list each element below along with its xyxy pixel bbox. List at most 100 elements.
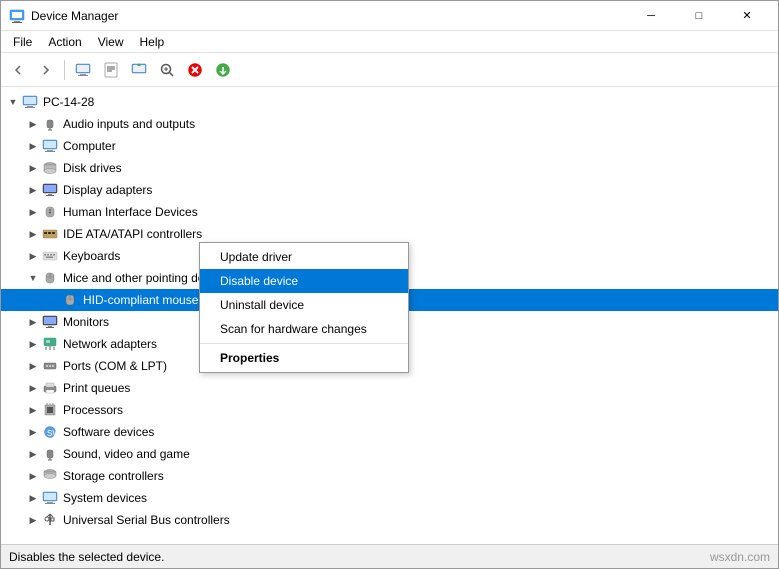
ctx-properties[interactable]: Properties (200, 346, 408, 370)
icon-print (41, 379, 59, 397)
ctx-update-driver[interactable]: Update driver (200, 245, 408, 269)
ctx-scan-hardware[interactable]: Scan for hardware changes (200, 317, 408, 341)
icon-software: SW (41, 423, 59, 441)
status-brand: wsxdn.com (710, 550, 770, 564)
icon-network (41, 335, 59, 353)
menu-help[interactable]: Help (132, 33, 173, 51)
icon-mice (41, 269, 59, 287)
tree-item-sound[interactable]: ▶ Sound, video and game (1, 443, 778, 465)
label-computer: Computer (63, 139, 116, 153)
tree-item-processors[interactable]: ▶ Processors (1, 399, 778, 421)
svg-text:SW: SW (47, 429, 58, 438)
back-button[interactable] (5, 57, 31, 83)
expander-system[interactable]: ▶ (25, 490, 41, 506)
label-pc: PC-14-28 (43, 95, 94, 109)
tree-item-computer[interactable]: ▶ Computer (1, 135, 778, 157)
tree-item-disk[interactable]: ▶ Disk drives (1, 157, 778, 179)
remove-toolbar-button[interactable] (182, 57, 208, 83)
tree-item-print[interactable]: ▶ Print queues (1, 377, 778, 399)
expander-sound[interactable]: ▶ (25, 446, 41, 462)
icon-processors (41, 401, 59, 419)
expander-audio[interactable]: ▶ (25, 116, 41, 132)
tree-item-display[interactable]: ▶ Display adapters (1, 179, 778, 201)
label-hid: Human Interface Devices (63, 205, 198, 219)
label-network: Network adapters (63, 337, 157, 351)
expander-display[interactable]: ▶ (25, 182, 41, 198)
tree-item-audio[interactable]: ▶ Audio inputs and outputs (1, 113, 778, 135)
update-driver-toolbar-button[interactable] (126, 57, 152, 83)
forward-button[interactable] (33, 57, 59, 83)
icon-pc (21, 93, 39, 111)
expander-software[interactable]: ▶ (25, 424, 41, 440)
device-manager-window: Device Manager ─ □ ✕ File Action View He… (0, 0, 779, 569)
icon-storage (41, 467, 59, 485)
scan-toolbar-button[interactable] (154, 57, 180, 83)
title-bar-text: Device Manager (31, 9, 628, 23)
label-hid-mouse: HID-compliant mouse (83, 293, 198, 307)
icon-ide (41, 225, 59, 243)
expander-hid[interactable]: ▶ (25, 204, 41, 220)
label-display: Display adapters (63, 183, 152, 197)
label-usb: Universal Serial Bus controllers (63, 513, 230, 527)
expander-storage[interactable]: ▶ (25, 468, 41, 484)
status-text: Disables the selected device. (9, 550, 164, 564)
label-keyboards: Keyboards (63, 249, 120, 263)
tree-item-software[interactable]: ▶ SW Software devices (1, 421, 778, 443)
label-monitors: Monitors (63, 315, 109, 329)
close-button[interactable]: ✕ (724, 1, 770, 31)
rollback-toolbar-button[interactable] (210, 57, 236, 83)
label-disk: Disk drives (63, 161, 122, 175)
status-bar: Disables the selected device. wsxdn.com (1, 544, 778, 568)
menu-file[interactable]: File (5, 33, 40, 51)
expander-mice[interactable]: ▼ (25, 270, 41, 286)
expander-pc[interactable]: ▼ (5, 94, 21, 110)
menu-view[interactable]: View (90, 33, 132, 51)
title-bar: Device Manager ─ □ ✕ (1, 1, 778, 31)
ctx-disable-device[interactable]: Disable device (200, 269, 408, 293)
label-ide: IDE ATA/ATAPI controllers (63, 227, 202, 241)
expander-keyboards[interactable]: ▶ (25, 248, 41, 264)
expander-ide[interactable]: ▶ (25, 226, 41, 242)
icon-usb (41, 511, 59, 529)
expander-print[interactable]: ▶ (25, 380, 41, 396)
icon-system (41, 489, 59, 507)
main-content: ▼ PC-14-28 ▶ Audio inputs and outputs ▶ (1, 87, 778, 544)
tree-item-usb[interactable]: ▶ Universal Serial Bus controllers (1, 509, 778, 531)
icon-hid (41, 203, 59, 221)
label-software: Software devices (63, 425, 154, 439)
expander-usb[interactable]: ▶ (25, 512, 41, 528)
minimize-button[interactable]: ─ (628, 1, 674, 31)
expander-network[interactable]: ▶ (25, 336, 41, 352)
menu-action[interactable]: Action (40, 33, 89, 51)
icon-display (41, 181, 59, 199)
title-bar-icon (9, 8, 25, 24)
tree-item-pc[interactable]: ▼ PC-14-28 (1, 91, 778, 113)
ctx-separator (200, 343, 408, 344)
icon-keyboards (41, 247, 59, 265)
tree-item-system[interactable]: ▶ System devices (1, 487, 778, 509)
title-bar-buttons: ─ □ ✕ (628, 1, 770, 31)
toolbar (1, 53, 778, 87)
toolbar-separator-1 (64, 60, 65, 80)
icon-hid-mouse (61, 291, 79, 309)
label-print: Print queues (63, 381, 130, 395)
label-processors: Processors (63, 403, 123, 417)
label-audio: Audio inputs and outputs (63, 117, 195, 131)
computer-toolbar-button[interactable] (70, 57, 96, 83)
expander-ports[interactable]: ▶ (25, 358, 41, 374)
properties-toolbar-button[interactable] (98, 57, 124, 83)
tree-item-hid[interactable]: ▶ Human Interface Devices (1, 201, 778, 223)
tree-panel[interactable]: ▼ PC-14-28 ▶ Audio inputs and outputs ▶ (1, 87, 778, 544)
label-ports: Ports (COM & LPT) (63, 359, 167, 373)
expander-processors[interactable]: ▶ (25, 402, 41, 418)
icon-ports (41, 357, 59, 375)
expander-monitors[interactable]: ▶ (25, 314, 41, 330)
maximize-button[interactable]: □ (676, 1, 722, 31)
tree-item-storage[interactable]: ▶ Storage controllers (1, 465, 778, 487)
ctx-uninstall-device[interactable]: Uninstall device (200, 293, 408, 317)
expander-computer[interactable]: ▶ (25, 138, 41, 154)
icon-computer (41, 137, 59, 155)
context-menu: Update driver Disable device Uninstall d… (199, 242, 409, 373)
icon-sound (41, 445, 59, 463)
expander-disk[interactable]: ▶ (25, 160, 41, 176)
